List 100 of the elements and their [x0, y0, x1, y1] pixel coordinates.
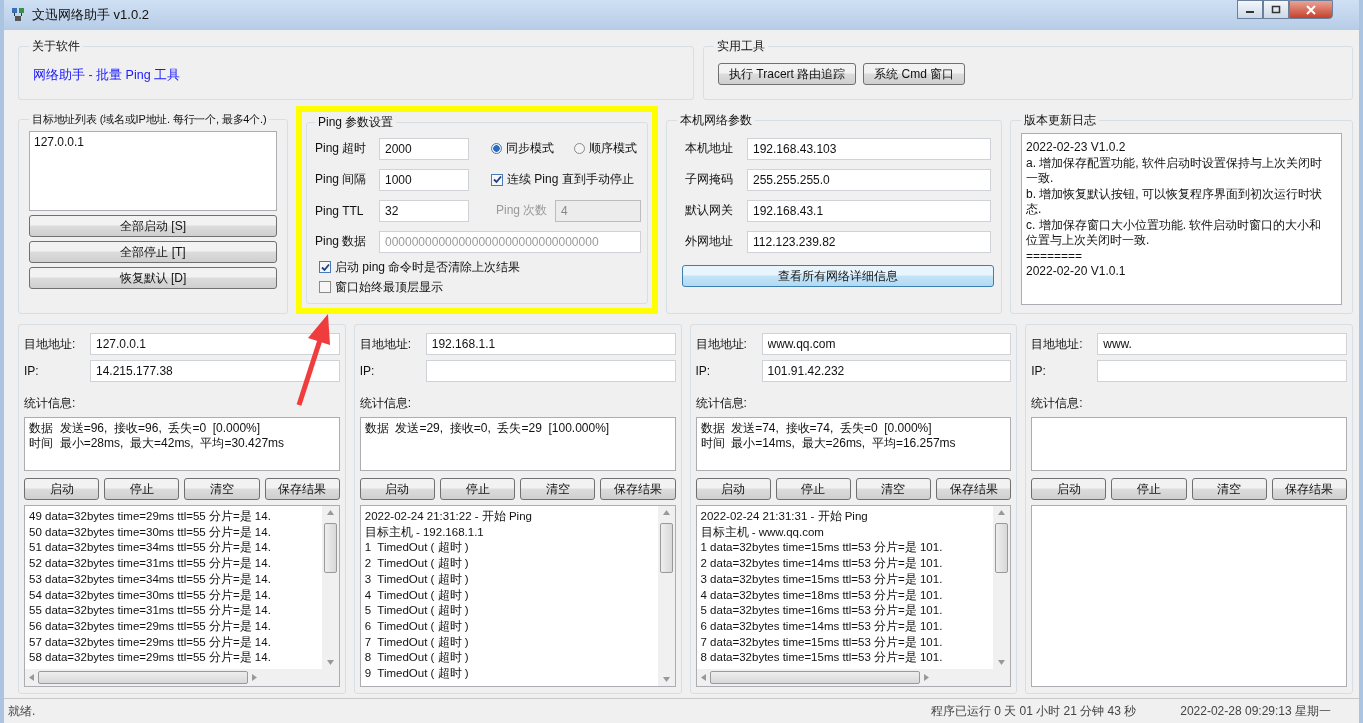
- mode-radio[interactable]: 同步模式: [491, 140, 554, 157]
- log-line: 2022-02-24 21:31:22 - 开始 Ping: [364, 509, 533, 524]
- maximize-icon: [1271, 5, 1281, 14]
- target-action-button[interactable]: 全部启动 [S]: [29, 215, 277, 237]
- scroll-right-icon[interactable]: [923, 674, 929, 682]
- ip-field[interactable]: 14.215.177.38: [90, 360, 340, 382]
- target-action-button[interactable]: 全部停止 [T]: [29, 241, 277, 263]
- ttl-field[interactable]: 32: [379, 199, 469, 222]
- minimize-button[interactable]: [1237, 0, 1263, 19]
- log-line: 7 TimedOut ( 超时 ): [364, 634, 470, 650]
- panel-button[interactable]: 清空: [855, 478, 932, 500]
- scroll-left-icon[interactable]: [700, 674, 706, 682]
- network-details-button[interactable]: 查看所有网络详细信息: [682, 265, 994, 287]
- panel-button[interactable]: 保存结果: [1271, 478, 1347, 500]
- scroll-down-icon[interactable]: [998, 660, 1006, 666]
- changelog-line: a. 增加保存配置功能, 软件启动时设置保持与上次关闭时: [1026, 155, 1323, 171]
- panel-button[interactable]: 停止: [1111, 478, 1187, 500]
- panel-button[interactable]: 清空: [184, 478, 260, 500]
- panel-button[interactable]: 保存结果: [600, 478, 676, 500]
- log-line: 52 data=32bytes time=31ms ttl=55 分片=是 14.: [29, 556, 272, 572]
- panel-button[interactable]: 保存结果: [264, 478, 340, 500]
- field-label: Ping 数据: [315, 233, 368, 250]
- maximize-button[interactable]: [1263, 0, 1289, 19]
- log-line: 2 data=32bytes time=14ms ttl=53 分片=是 101.: [700, 556, 944, 572]
- panel-button[interactable]: 启动: [695, 478, 771, 500]
- scroll-thumb[interactable]: [659, 523, 673, 573]
- changelog-line: 2022-02-23 V1.0.2: [1026, 140, 1127, 156]
- about-link[interactable]: 网络助手 - 批量 Ping 工具: [33, 67, 181, 84]
- timeout-field[interactable]: 2000: [379, 137, 469, 160]
- log-line: 55 data=32bytes time=31ms ttl=55 分片=是 14.: [29, 603, 272, 619]
- panel-button[interactable]: 保存结果: [936, 478, 1012, 500]
- panel-button[interactable]: 清空: [1191, 478, 1267, 500]
- stats-line: 时间 最小=14ms, 最大=26ms, 平均=16.257ms: [700, 436, 957, 451]
- panel-button[interactable]: 启动: [1031, 478, 1107, 500]
- ip-field[interactable]: 101.91.42.232: [761, 360, 1012, 382]
- field-label: IP:: [24, 364, 40, 378]
- ip-field[interactable]: [1097, 360, 1347, 382]
- scroll-thumb[interactable]: [709, 671, 920, 685]
- scroll-down-icon[interactable]: [326, 660, 334, 666]
- target-list-field[interactable]: 127.0.0.1: [29, 131, 277, 211]
- log-line: 58 data=32bytes time=29ms ttl=55 分片=是 14.: [29, 650, 272, 666]
- panel-button[interactable]: 启动: [359, 478, 435, 500]
- interval-field[interactable]: 1000: [379, 168, 469, 191]
- vertical-scrollbar[interactable]: [321, 506, 339, 670]
- address-field[interactable]: www.qq.com: [761, 333, 1012, 355]
- log-line: 4 data=32bytes time=18ms ttl=53 分片=是 101.: [700, 587, 944, 603]
- vertical-scrollbar[interactable]: [993, 506, 1011, 670]
- log-line: 2 TimedOut ( 超时 ): [364, 556, 470, 572]
- scroll-left-icon[interactable]: [29, 674, 34, 682]
- panel-button[interactable]: 停止: [439, 478, 516, 500]
- vertical-scrollbar[interactable]: [657, 506, 675, 687]
- option-checkbox[interactable]: 启动 ping 命令时是否清除上次结果: [319, 257, 641, 277]
- network-field[interactable]: 192.168.43.103: [747, 137, 991, 160]
- tool-button[interactable]: 系统 Cmd 窗口: [863, 63, 966, 85]
- scroll-up-icon[interactable]: [662, 510, 670, 515]
- field-label: Ping 超时: [315, 140, 368, 157]
- changelog-line: c. 增加保存窗口大小位置功能. 软件启动时窗口的大小和: [1026, 217, 1323, 233]
- log-line: 5 TimedOut ( 超时 ): [364, 603, 470, 619]
- datetime-text: 2022-02-28 09:29:13 星期一: [1180, 702, 1331, 720]
- ip-field[interactable]: [425, 360, 676, 382]
- scroll-up-icon[interactable]: [998, 510, 1006, 515]
- panel-button[interactable]: 启动: [24, 478, 100, 500]
- stats-label: 统计信息:: [359, 395, 413, 412]
- address-field[interactable]: www.: [1097, 333, 1347, 355]
- target-action-button[interactable]: 恢复默认 [D]: [29, 267, 277, 289]
- scroll-right-icon[interactable]: [252, 674, 257, 682]
- address-field[interactable]: 192.168.1.1: [425, 333, 676, 355]
- log-line: 57 data=32bytes time=29ms ttl=55 分片=是 14.: [29, 634, 272, 650]
- network-field[interactable]: 255.255.255.0: [747, 168, 991, 191]
- close-button[interactable]: [1289, 0, 1333, 19]
- group-title: 关于软件: [31, 38, 81, 55]
- panel-button[interactable]: 停止: [775, 478, 851, 500]
- scroll-thumb[interactable]: [995, 523, 1009, 573]
- panel-button[interactable]: 停止: [104, 478, 180, 500]
- field-label: 目地地址:: [24, 335, 77, 353]
- horizontal-scrollbar[interactable]: [25, 669, 339, 687]
- log-line: 3 TimedOut ( 超时 ): [364, 571, 470, 587]
- scroll-up-icon[interactable]: [326, 510, 334, 515]
- network-field[interactable]: 112.123.239.82: [747, 230, 991, 253]
- option-checkbox[interactable]: 窗口始终最顶层显示: [319, 277, 641, 297]
- horizontal-scrollbar[interactable]: [696, 669, 1011, 687]
- log-line: 8 TimedOut ( 超时 ): [364, 650, 470, 666]
- field-label: 外网地址: [685, 233, 734, 250]
- continuous-checkbox[interactable]: 连续 Ping 直到手动停止: [491, 171, 634, 188]
- data-field[interactable]: 00000000000000000000000000000000: [379, 230, 641, 253]
- log-line: 56 data=32bytes time=29ms ttl=55 分片=是 14.: [29, 618, 272, 634]
- window-title: 文迅网络助手 v1.0.2: [32, 6, 150, 24]
- scroll-thumb[interactable]: [38, 671, 248, 685]
- tool-button[interactable]: 执行 Tracert 路由追踪: [718, 63, 857, 85]
- log-line: 8 data=32bytes time=15ms ttl=53 分片=是 101.: [700, 650, 944, 666]
- scroll-thumb[interactable]: [323, 523, 337, 573]
- log-line: 4 TimedOut ( 超时 ): [364, 587, 470, 603]
- address-field[interactable]: 127.0.0.1: [90, 333, 340, 355]
- panel-button[interactable]: 清空: [520, 478, 596, 500]
- log-line: 53 data=32bytes time=34ms ttl=55 分片=是 14.: [29, 571, 272, 587]
- group-title: 本机网络参数: [679, 112, 753, 129]
- network-field[interactable]: 192.168.43.1: [747, 199, 991, 222]
- mode-radio[interactable]: 顺序模式: [574, 140, 637, 157]
- scroll-down-icon[interactable]: [662, 677, 670, 683]
- field-label: Ping TTL: [315, 203, 365, 218]
